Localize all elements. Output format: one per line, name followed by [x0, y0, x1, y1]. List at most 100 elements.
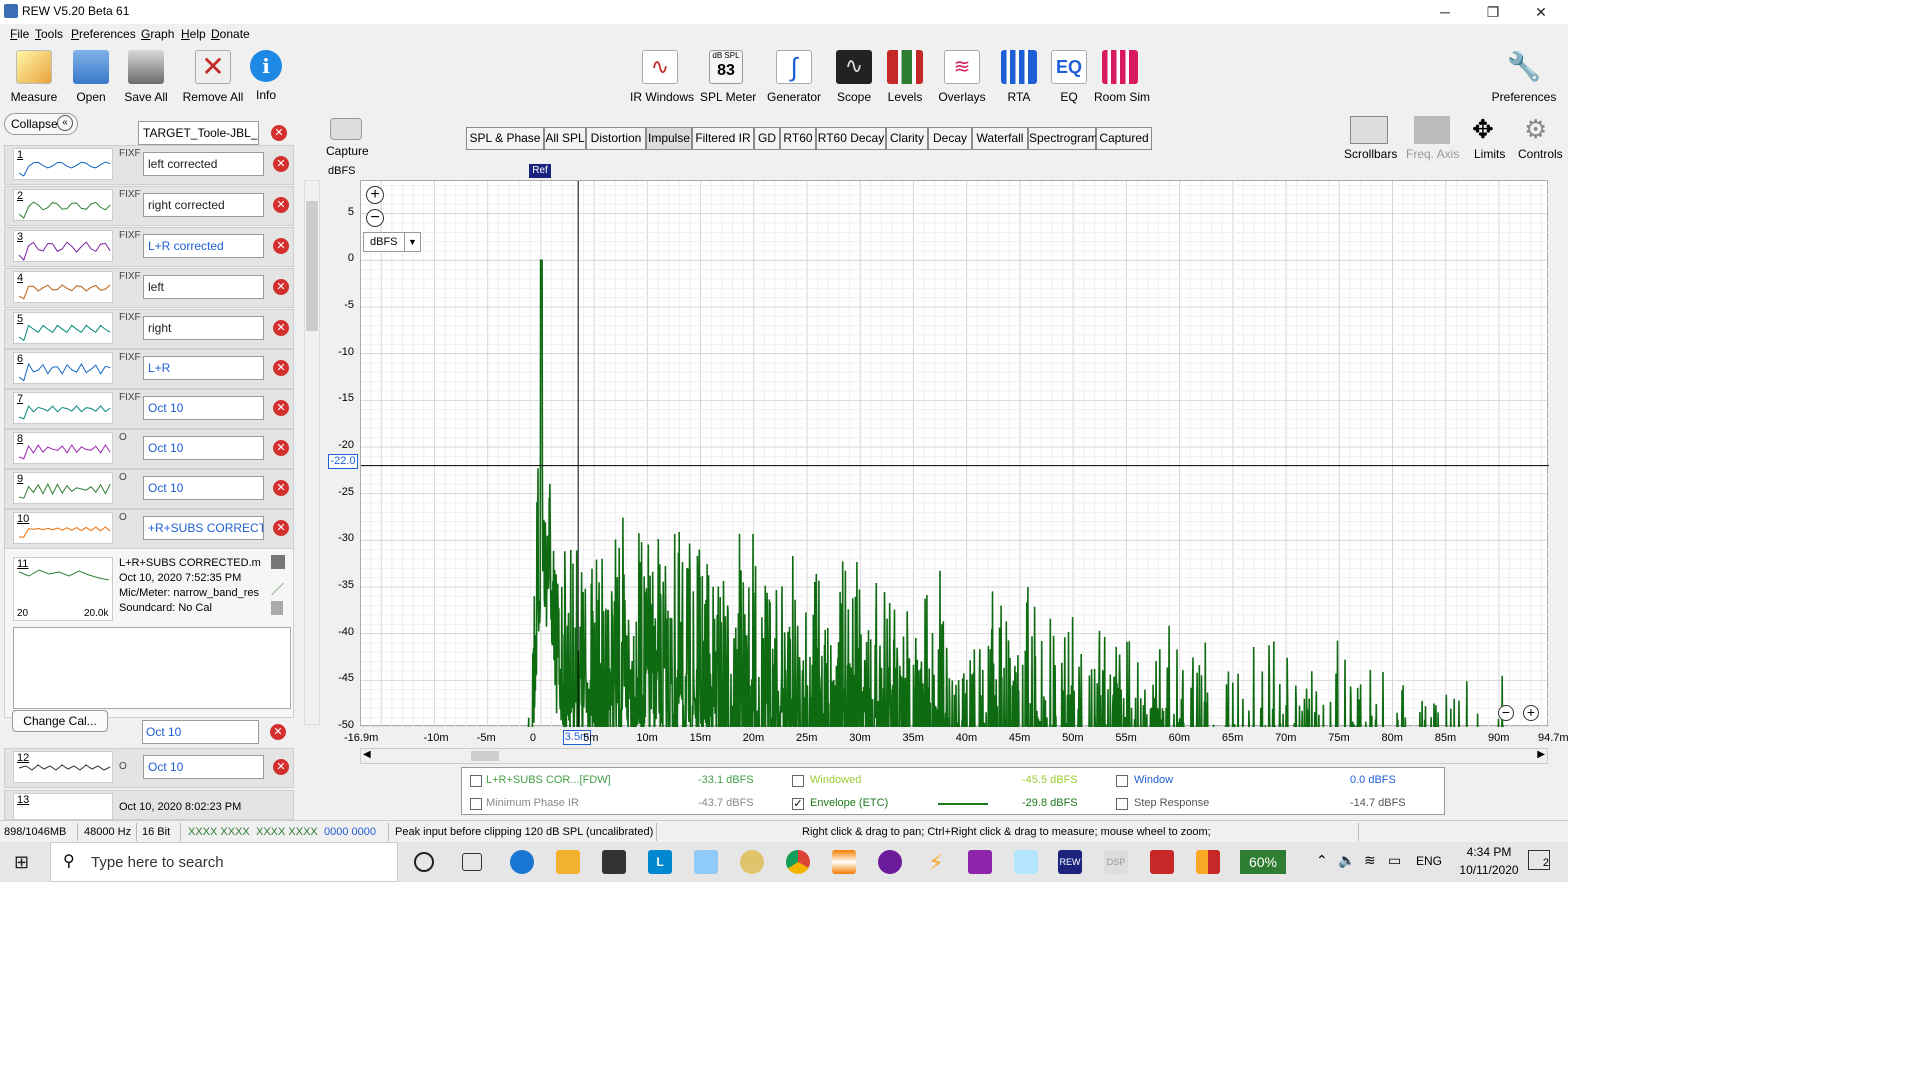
measurement-row[interactable]: 4 FIXF left ✕ [4, 268, 294, 308]
app-grid-icon[interactable] [1150, 850, 1174, 874]
change-cal-button[interactable]: Change Cal... [12, 710, 108, 732]
legend-checkbox[interactable] [792, 775, 804, 787]
preferences-button[interactable]: 🔧 Preferences [1490, 50, 1558, 104]
task-view-icon[interactable] [462, 853, 482, 871]
delete-measurement-icon[interactable]: ✕ [273, 320, 289, 336]
measurement-row[interactable]: 5 FIXF right ✕ [4, 309, 294, 349]
graph-hscrollbar[interactable]: ◀ ▶ [360, 748, 1548, 764]
measurement-row-12[interactable]: 12 O Oct 10 ✕ [4, 748, 294, 788]
app-office-icon[interactable] [1196, 850, 1220, 874]
hscroll-thumb[interactable] [471, 751, 499, 761]
speaker-icon[interactable]: 🔈 [1338, 852, 1355, 869]
measure-button[interactable]: Measure [10, 50, 58, 104]
measurement-name-field[interactable]: left corrected [143, 152, 264, 176]
dsp-icon[interactable]: DSP [1104, 850, 1128, 874]
rta-button[interactable]: RTA [1000, 50, 1038, 104]
menu-donate[interactable]: Donate [211, 27, 250, 41]
arrows-icon[interactable]: ✥ [1472, 114, 1494, 144]
close-button[interactable]: ✕ [1518, 0, 1564, 24]
cortana-icon[interactable] [414, 852, 434, 872]
zoom-out-icon[interactable]: − [366, 209, 384, 227]
delete-measurement-icon[interactable]: ✕ [273, 156, 289, 172]
explorer-icon[interactable] [556, 850, 580, 874]
delete-measurement-icon[interactable]: ✕ [273, 400, 289, 416]
tab-waterfall[interactable]: Waterfall [972, 127, 1028, 150]
battery-meter[interactable]: 60% [1240, 850, 1286, 874]
legend-checkbox[interactable] [470, 775, 482, 787]
tab-captured[interactable]: Captured [1096, 127, 1152, 150]
chrome-profile-icon[interactable] [878, 850, 902, 874]
chrome-icon[interactable] [786, 850, 810, 874]
app-l-icon[interactable]: L [648, 850, 672, 874]
maximize-button[interactable]: ❐ [1470, 0, 1516, 24]
legend-checkbox[interactable] [1116, 775, 1128, 787]
tab-spectrogram[interactable]: Spectrogram [1028, 127, 1098, 150]
clock-time[interactable]: 4:34 PM [1458, 845, 1520, 859]
windows-start-icon[interactable]: ⊞ [14, 852, 29, 873]
minimize-button[interactable]: ─ [1422, 0, 1468, 24]
measurement-row[interactable]: 9 O Oct 10 ✕ [4, 469, 294, 509]
tab-all-spl[interactable]: All SPL [544, 127, 586, 150]
notification-icon[interactable]: 2 [1528, 850, 1550, 870]
clock-date[interactable]: 10/11/2020 [1450, 863, 1528, 877]
collapse-button[interactable]: Collapse « [4, 113, 78, 135]
menu-graph[interactable]: Graph [141, 27, 174, 41]
tab-gd[interactable]: GD [754, 127, 780, 150]
edge-icon[interactable] [510, 850, 534, 874]
delete-measurement-icon[interactable]: ✕ [273, 360, 289, 376]
remove-all-button[interactable]: ✕ Remove All [182, 50, 244, 104]
measurement-name-field[interactable]: right corrected [143, 193, 264, 217]
save-all-button[interactable]: Save All [122, 50, 170, 104]
delete-measurement-icon[interactable]: ✕ [273, 520, 289, 536]
impulse-graph[interactable]: + − dBFS ▼ − + [360, 180, 1549, 749]
measurement-row[interactable]: 8 O Oct 10 ✕ [4, 429, 294, 469]
app-disc-icon[interactable] [740, 850, 764, 874]
lightning-icon[interactable]: ⚡ [924, 850, 948, 875]
chart-icon[interactable] [271, 555, 285, 569]
delete-selected-icon[interactable]: ✕ [270, 724, 286, 740]
notes-icon[interactable] [271, 601, 283, 615]
measurement-name-field[interactable]: Oct 10 [143, 476, 264, 500]
ref-marker[interactable]: Ref [529, 164, 551, 178]
measurement-row[interactable]: 10 O +R+SUBS CORRECTED ✕ [4, 509, 294, 549]
tab-distortion[interactable]: Distortion [586, 127, 646, 150]
measurement-name-field[interactable]: left [143, 275, 264, 299]
delete-12-icon[interactable]: ✕ [273, 759, 289, 775]
notes-textarea[interactable] [13, 627, 291, 709]
menu-file[interactable]: File [10, 27, 29, 41]
delete-measurement-icon[interactable]: ✕ [273, 440, 289, 456]
pen-icon[interactable]: ／ [271, 579, 284, 598]
scrollbar-thumb[interactable] [306, 201, 318, 331]
measurement-row[interactable]: 7 FIXF Oct 10 ✕ [4, 389, 294, 429]
delete-measurement-icon[interactable]: ✕ [273, 279, 289, 295]
taskbar-search[interactable]: ⚲ Type here to search [50, 842, 398, 882]
ir-windows-button[interactable]: ∿ IR Windows [630, 50, 694, 104]
x-zoom-in-icon[interactable]: + [1523, 705, 1539, 721]
tab-rt60[interactable]: RT60 [780, 127, 816, 150]
levels-button[interactable]: Levels [884, 50, 926, 104]
measurement-row[interactable]: 3 FIXF L+R corrected ✕ [4, 227, 294, 267]
measurement-row-13[interactable]: 13 Oct 10, 2020 8:02:23 PM [4, 790, 294, 820]
measurement-name-field[interactable]: L+R [143, 356, 264, 380]
generator-button[interactable]: ∫ Generator [766, 50, 822, 104]
delete-target-icon[interactable]: ✕ [271, 125, 287, 141]
tab-clarity[interactable]: Clarity [886, 127, 928, 150]
menu-preferences[interactable]: Preferences [71, 27, 136, 41]
app-window-icon[interactable] [694, 850, 718, 874]
scroll-right-icon[interactable]: ▶ [1537, 749, 1545, 760]
tab-decay[interactable]: Decay [928, 127, 972, 150]
app-pen-icon[interactable] [1014, 850, 1038, 874]
delete-measurement-icon[interactable]: ✕ [273, 197, 289, 213]
open-button[interactable]: Open [68, 50, 114, 104]
measurements-scrollbar[interactable] [304, 180, 320, 725]
measurement-name-field[interactable]: Oct 10 [143, 436, 264, 460]
measurement-row[interactable]: 1 FIXF left corrected ✕ [4, 145, 294, 185]
delete-measurement-icon[interactable]: ✕ [273, 480, 289, 496]
spl-meter-button[interactable]: dB SPL 83 SPL Meter [700, 50, 756, 104]
tab-impulse[interactable]: Impulse [646, 127, 692, 150]
vlc-icon[interactable] [832, 850, 856, 874]
legend-checkbox[interactable] [470, 798, 482, 810]
scrollbars-icon[interactable] [1350, 116, 1388, 144]
name-field-12[interactable]: Oct 10 [143, 755, 264, 779]
measurement-name-field[interactable]: right [143, 316, 264, 340]
